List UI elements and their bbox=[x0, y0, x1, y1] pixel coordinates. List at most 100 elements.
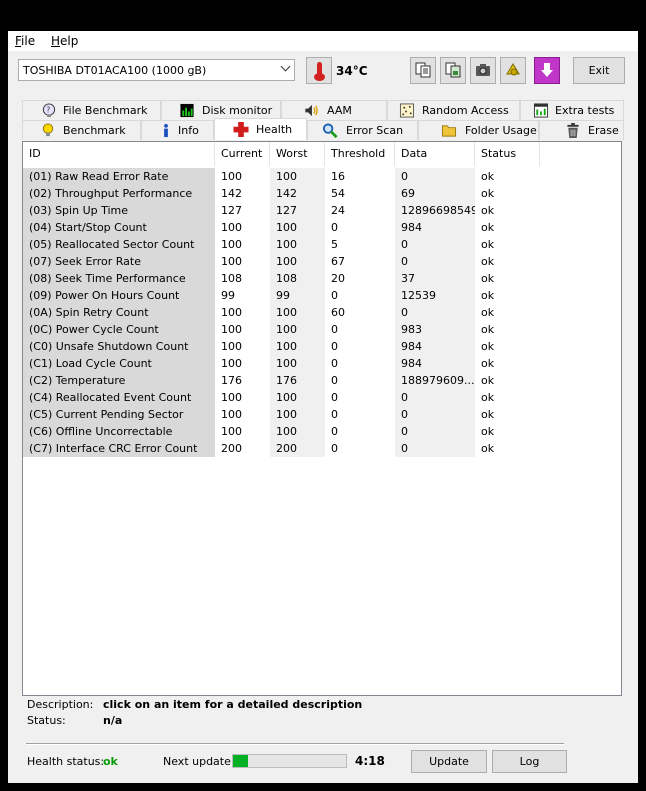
copy-screenshot-button[interactable] bbox=[440, 57, 466, 84]
screenshot-button[interactable] bbox=[470, 57, 496, 84]
table-row[interactable]: (C1) Load Cycle Count 100 100 0 984 ok bbox=[23, 355, 621, 372]
cell-threshold: 24 bbox=[331, 204, 345, 217]
cell-worst: 100 bbox=[270, 423, 325, 440]
cell-worst: 100 bbox=[270, 355, 325, 372]
cell-data: 983 bbox=[395, 321, 475, 338]
magnifier-icon bbox=[322, 123, 338, 138]
column-header-data[interactable]: Data bbox=[395, 142, 475, 166]
cell-status: ok bbox=[481, 442, 495, 455]
cell-data: 984 bbox=[395, 338, 475, 355]
tab-random-access[interactable]: Random Access bbox=[387, 100, 520, 120]
tab-disk-monitor[interactable]: Disk monitor bbox=[161, 100, 281, 120]
cell-threshold: 5 bbox=[331, 238, 338, 251]
cell-worst: 176 bbox=[270, 372, 325, 389]
save-button[interactable] bbox=[534, 57, 560, 84]
tab-extra-tests[interactable]: Extra tests bbox=[520, 100, 624, 120]
tab-benchmark[interactable]: Benchmark bbox=[22, 120, 141, 140]
table-row[interactable]: (C2) Temperature 176 176 0 188979609... ok bbox=[23, 372, 621, 389]
exit-button[interactable]: Exit bbox=[573, 57, 625, 84]
options-button[interactable] bbox=[500, 57, 526, 84]
table-row[interactable]: (C6) Offline Uncorrectable 100 100 0 0 ok bbox=[23, 423, 621, 440]
cell-status: ok bbox=[481, 170, 495, 183]
table-row[interactable]: (04) Start/Stop Count 100 100 0 984 ok bbox=[23, 219, 621, 236]
tab-error-scan[interactable]: Error Scan bbox=[307, 120, 418, 140]
cell-status: ok bbox=[481, 306, 495, 319]
tab-label: Info bbox=[178, 124, 199, 137]
table-row[interactable]: (05) Reallocated Sector Count 100 100 5 0 ok bbox=[23, 236, 621, 253]
log-button[interactable]: Log bbox=[492, 750, 567, 773]
cell-status: ok bbox=[481, 408, 495, 421]
speaker-icon bbox=[305, 104, 318, 117]
cell-data: 37 bbox=[395, 270, 475, 287]
tab-folder-usage[interactable]: Folder Usage bbox=[418, 120, 539, 140]
table-row[interactable]: (C5) Current Pending Sector 100 100 0 0 ok bbox=[23, 406, 621, 423]
cell-current: 100 bbox=[221, 323, 242, 336]
cell-status: ok bbox=[481, 340, 495, 353]
cell-worst: 100 bbox=[270, 389, 325, 406]
tab-label: Erase bbox=[588, 124, 619, 137]
table-row[interactable]: (C0) Unsafe Shutdown Count 100 100 0 984 ok bbox=[23, 338, 621, 355]
cell-data: 0 bbox=[395, 236, 475, 253]
table-row[interactable]: (C4) Reallocated Event Count 100 100 0 0 ok bbox=[23, 389, 621, 406]
cell-id: (C5) Current Pending Sector bbox=[23, 406, 215, 423]
tab-row-bottom: Benchmark Info Health Error Scan Folder … bbox=[22, 118, 624, 140]
thermometer-button[interactable] bbox=[306, 57, 332, 84]
cell-current: 100 bbox=[221, 391, 242, 404]
column-header-id[interactable]: ID bbox=[23, 142, 215, 166]
column-header-status[interactable]: Status bbox=[475, 142, 540, 166]
column-header-worst[interactable]: Worst bbox=[270, 142, 325, 166]
table-row[interactable]: (03) Spin Up Time 127 127 24 12896698549 ok bbox=[23, 202, 621, 219]
cell-status: ok bbox=[481, 221, 495, 234]
options-icon bbox=[506, 63, 520, 76]
copy-text-icon bbox=[415, 62, 431, 78]
cell-threshold: 0 bbox=[331, 425, 338, 438]
cell-worst: 100 bbox=[270, 168, 325, 185]
table-row[interactable]: (0A) Spin Retry Count 100 100 60 0 ok bbox=[23, 304, 621, 321]
copy-text-button[interactable] bbox=[410, 57, 436, 84]
cell-threshold: 16 bbox=[331, 170, 345, 183]
table-header: ID Current Worst Threshold Data Status bbox=[23, 142, 621, 166]
cell-id: (01) Raw Read Error Rate bbox=[23, 168, 215, 185]
cell-id: (0C) Power Cycle Count bbox=[23, 321, 215, 338]
tab-aam[interactable]: AAM bbox=[281, 100, 387, 120]
description-value: click on an item for a detailed descript… bbox=[103, 698, 363, 711]
drive-select[interactable]: TOSHIBA DT01ACA100 (1000 gB) bbox=[18, 59, 295, 81]
cell-current: 127 bbox=[221, 204, 242, 217]
cell-worst: 100 bbox=[270, 219, 325, 236]
table-row[interactable]: (07) Seek Error Rate 100 100 67 0 ok bbox=[23, 253, 621, 270]
cell-id: (02) Throughput Performance bbox=[23, 185, 215, 202]
table-row[interactable]: (08) Seek Time Performance 108 108 20 37 ok bbox=[23, 270, 621, 287]
menu-help[interactable]: Help bbox=[51, 34, 78, 48]
status-value: n/a bbox=[103, 714, 123, 727]
tab-file-benchmark[interactable]: ? File Benchmark bbox=[22, 100, 161, 120]
menu-file[interactable]: File bbox=[15, 34, 35, 48]
table-row[interactable]: (02) Throughput Performance 142 142 54 69 ok bbox=[23, 185, 621, 202]
tab-erase[interactable]: Erase bbox=[539, 120, 624, 140]
tab-label: Health bbox=[256, 123, 293, 136]
tab-health[interactable]: Health bbox=[214, 118, 307, 140]
svg-text:?: ? bbox=[46, 105, 50, 114]
cell-id: (0A) Spin Retry Count bbox=[23, 304, 215, 321]
copy-image-icon bbox=[445, 62, 461, 78]
cell-threshold: 20 bbox=[331, 272, 345, 285]
update-button[interactable]: Update bbox=[411, 750, 487, 773]
cell-worst: 100 bbox=[270, 321, 325, 338]
column-header-threshold[interactable]: Threshold bbox=[325, 142, 395, 166]
table-row[interactable]: (01) Raw Read Error Rate 100 100 16 0 ok bbox=[23, 168, 621, 185]
cell-status: ok bbox=[481, 374, 495, 387]
cell-status: ok bbox=[481, 289, 495, 302]
cell-data: 69 bbox=[395, 185, 475, 202]
table-row[interactable]: (0C) Power Cycle Count 100 100 0 983 ok bbox=[23, 321, 621, 338]
tab-info[interactable]: Info bbox=[141, 120, 214, 140]
column-header-current[interactable]: Current bbox=[215, 142, 270, 166]
table-row[interactable]: (C7) Interface CRC Error Count 200 200 0 0 ok bbox=[23, 440, 621, 457]
cell-status: ok bbox=[481, 204, 495, 217]
table-row[interactable]: (09) Power On Hours Count 99 99 0 12539 ok bbox=[23, 287, 621, 304]
cell-id: (C6) Offline Uncorrectable bbox=[23, 423, 215, 440]
cell-status: ok bbox=[481, 425, 495, 438]
cell-data: 188979609... bbox=[395, 372, 475, 389]
health-status-value: ok bbox=[103, 755, 118, 768]
cell-status: ok bbox=[481, 272, 495, 285]
trash-icon bbox=[567, 123, 579, 138]
cell-id: (03) Spin Up Time bbox=[23, 202, 215, 219]
